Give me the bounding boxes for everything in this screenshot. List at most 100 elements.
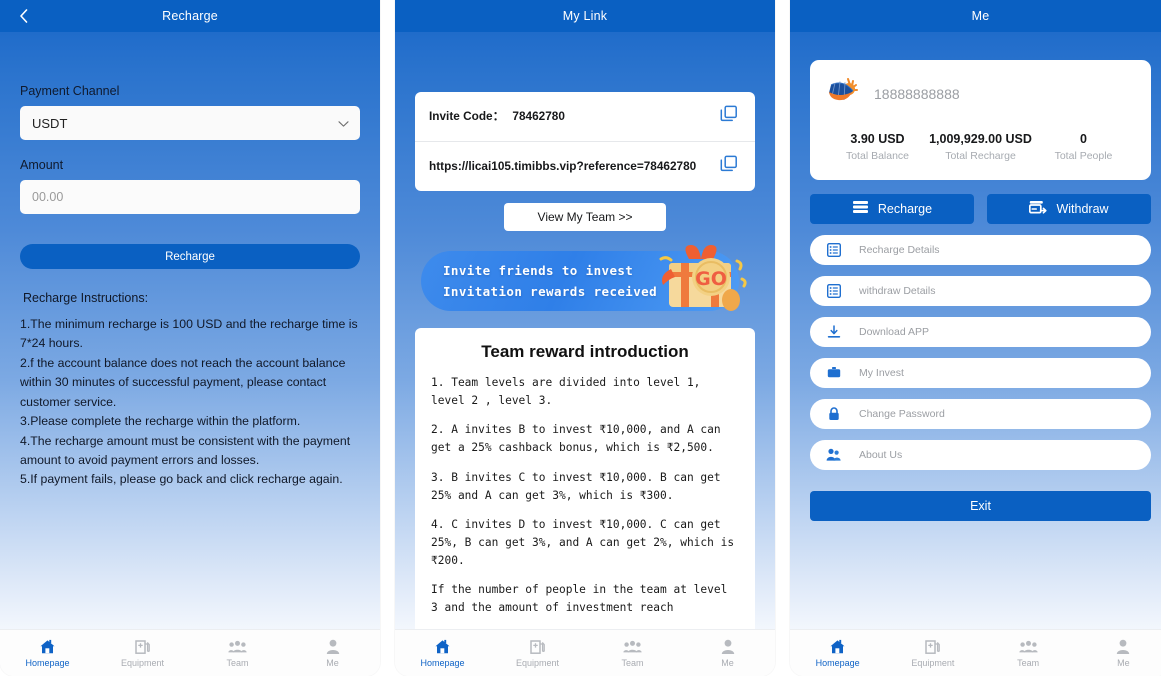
recharge-titlebar: Recharge	[0, 0, 380, 32]
invite-code-text: Invite Code： 78462780	[429, 107, 719, 125]
bottom-tabbar: Homepage Equipment Team Me	[395, 629, 775, 676]
person-icon	[721, 639, 735, 656]
recharge-button[interactable]: Recharge	[810, 193, 974, 224]
bottom-tabbar: Homepage Equipment Team Me	[790, 629, 1161, 676]
payment-channel-label: Payment Channel	[20, 84, 120, 98]
view-team-wrap: View My Team >>	[415, 203, 755, 231]
me-body: 18888888888 3.90 USD Total Balance 1,009…	[790, 60, 1161, 676]
recharge-submit-button[interactable]: Recharge	[20, 244, 360, 269]
copy-icon[interactable]	[719, 104, 741, 129]
list-icon	[826, 242, 841, 257]
payment-channel-value: USDT	[32, 115, 68, 131]
tab-equipment[interactable]: Equipment	[95, 630, 190, 676]
home-icon	[829, 639, 846, 656]
instruction-item: 5.If payment fails, please go back and c…	[20, 472, 343, 487]
invite-link-row: https://licai105.timibbs.vip?reference=7…	[415, 141, 755, 191]
people-icon	[826, 448, 841, 462]
menu-item-recharge-details[interactable]: Recharge Details	[810, 234, 1151, 265]
equipment-icon	[924, 639, 941, 656]
mylink-titlebar: My Link	[395, 0, 775, 32]
equipment-icon	[529, 639, 546, 656]
tab-team[interactable]: Team	[190, 630, 285, 676]
tab-equipment[interactable]: Equipment	[490, 630, 585, 676]
tab-label: Team	[621, 657, 644, 668]
tab-team[interactable]: Team	[585, 630, 680, 676]
team-paragraph: 1. Team levels are divided into level 1,…	[431, 376, 701, 408]
instruction-item: 1.The minimum recharge is 100 USD and th…	[20, 317, 358, 351]
stat-label: Total People	[1054, 149, 1113, 162]
view-my-team-button[interactable]: View My Team >>	[503, 203, 667, 231]
profile-card: 18888888888 3.90 USD Total Balance 1,009…	[810, 60, 1151, 180]
recharge-button-label: Recharge	[877, 201, 933, 216]
team-paragraph: 3. B invites C to invest ₹10,000. B can …	[431, 470, 721, 502]
withdraw-button[interactable]: Withdraw	[987, 193, 1151, 224]
person-icon	[1116, 639, 1130, 656]
team-reward-title: Team reward introduction	[481, 342, 689, 361]
team-icon	[623, 639, 642, 656]
phone-screen-recharge: Recharge Payment Channel USDT Amount 00.…	[0, 0, 380, 676]
menu-item-my-invest[interactable]: My Invest	[810, 357, 1151, 388]
tab-label: Homepage	[25, 657, 70, 668]
menu-item-about-us[interactable]: About Us	[810, 439, 1151, 470]
instruction-item: 2.f the account balance does not reach t…	[20, 355, 346, 409]
profile-stats: 3.90 USD Total Balance 1,009,929.00 USD …	[826, 131, 1135, 162]
team-icon	[228, 639, 247, 656]
stat-total-recharge: 1,009,929.00 USD Total Recharge	[929, 131, 1032, 162]
tab-me[interactable]: Me	[285, 630, 380, 676]
person-icon	[326, 639, 340, 656]
exit-button[interactable]: Exit	[810, 490, 1151, 521]
menu-item-change-password[interactable]: Change Password	[810, 398, 1151, 429]
tab-me[interactable]: Me	[1076, 630, 1161, 676]
equipment-icon	[134, 639, 151, 656]
stat-total-balance: 3.90 USD Total Balance	[826, 131, 929, 162]
team-paragraph: 2. A invites B to invest ₹10,000, and A …	[431, 423, 721, 455]
team-icon	[1019, 639, 1038, 656]
menu-item-label: Recharge Details	[859, 243, 940, 256]
stat-value: 1,009,929.00 USD	[929, 132, 1032, 146]
tab-label: Me	[1117, 657, 1130, 668]
action-buttons: Recharge Withdraw	[810, 193, 1151, 224]
invite-code-label: Invite Code：	[429, 109, 505, 124]
tab-homepage[interactable]: Homepage	[790, 630, 885, 676]
amount-input[interactable]: 00.00	[20, 180, 360, 214]
profile-header: 18888888888	[826, 76, 1135, 111]
tab-team[interactable]: Team	[981, 630, 1076, 676]
invite-code-row: Invite Code： 78462780	[415, 92, 755, 141]
copy-icon[interactable]	[719, 154, 741, 179]
page-title: Me	[971, 9, 990, 23]
stat-total-people: 0 Total People	[1032, 131, 1135, 162]
home-icon	[39, 639, 56, 656]
briefcase-icon	[826, 366, 841, 379]
lock-icon	[826, 407, 841, 421]
invite-code-value: 78462780	[512, 109, 565, 124]
menu-item-label: About Us	[859, 448, 903, 461]
invite-link-text: https://licai105.timibbs.vip?reference=7…	[429, 159, 697, 174]
tab-homepage[interactable]: Homepage	[0, 630, 95, 676]
recharge-body: Payment Channel USDT Amount 00.00 Rechar…	[0, 32, 380, 676]
tab-label: Team	[226, 657, 249, 668]
menu-item-withdraw-details[interactable]: withdraw Details	[810, 275, 1151, 306]
chevron-left-icon[interactable]	[16, 9, 30, 23]
payment-channel-select[interactable]: USDT	[20, 106, 360, 140]
tab-me[interactable]: Me	[680, 630, 775, 676]
phone-screen-mylink: My Link Invite Code： 78462780 https://lic…	[395, 0, 775, 676]
menu-item-label: My Invest	[859, 366, 904, 379]
tab-label: Equipment	[515, 657, 560, 668]
banner-line-1: Invite friends to invest	[443, 263, 634, 278]
instructions-title: Recharge Instructions:	[23, 291, 149, 305]
banner-text: Invite friends to invest Invitation rewa…	[443, 261, 657, 302]
tab-label: Me	[721, 657, 734, 668]
team-paragraph: 4. C invites D to invest ₹10,000. C can …	[431, 517, 735, 568]
stat-label: Total Balance	[845, 149, 910, 162]
money-stack-icon	[852, 200, 869, 217]
team-paragraph: If the number of people in the team at l…	[431, 583, 728, 615]
tab-homepage[interactable]: Homepage	[395, 630, 490, 676]
menu-item-label: Download APP	[859, 325, 930, 338]
three-phone-screens: Recharge Payment Channel USDT Amount 00.…	[0, 0, 1161, 676]
tab-label: Homepage	[420, 657, 465, 668]
tab-equipment[interactable]: Equipment	[885, 630, 980, 676]
menu-item-download-app[interactable]: Download APP	[810, 316, 1151, 347]
page-title: Recharge	[162, 9, 218, 23]
tab-label: Me	[326, 657, 339, 668]
invite-banner[interactable]: Invite friends to invest Invitation rewa…	[415, 245, 755, 315]
